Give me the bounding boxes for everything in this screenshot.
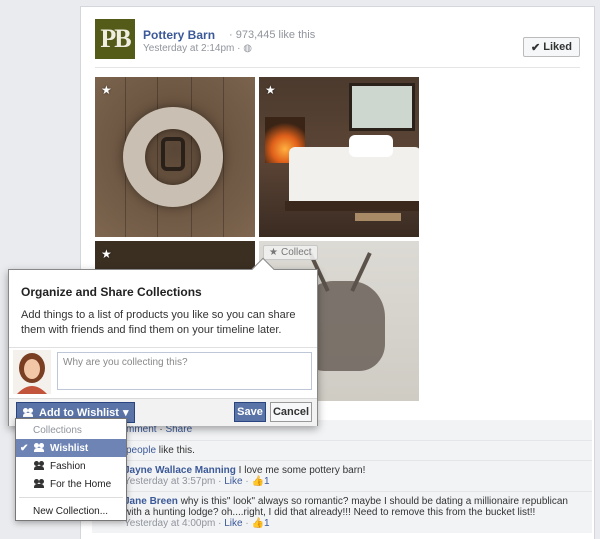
comment-item: Jayne Wallace Manning I love me some pot… <box>92 460 592 491</box>
divider <box>95 67 580 68</box>
likes-suffix: like this. <box>156 445 195 456</box>
comment-like-link[interactable]: Like <box>224 476 242 487</box>
comment-like-count[interactable]: 1 <box>264 476 270 487</box>
star-icon[interactable]: ★ <box>101 83 112 97</box>
people-icon <box>23 407 35 418</box>
woman-portrait-icon <box>13 350 51 394</box>
liked-label: Liked <box>543 41 572 53</box>
menu-header: Collections <box>33 425 82 436</box>
menu-separator <box>19 497 123 498</box>
pillow-image <box>349 135 393 157</box>
user-avatar <box>13 350 51 394</box>
star-icon: ★ <box>269 247 278 258</box>
checkmark-icon: ✔ <box>531 41 541 54</box>
collect-reason-input[interactable] <box>57 352 312 390</box>
people-icon <box>34 443 46 453</box>
comment-time[interactable]: Yesterday at 4:00pm <box>124 518 215 529</box>
bench-image <box>355 213 401 221</box>
people-icon <box>34 461 46 471</box>
post-feedback: mment · Share people like this. Jayne Wa… <box>92 420 592 533</box>
liked-button[interactable]: ✔ Liked <box>523 37 580 57</box>
menu-item-label: Fashion <box>50 460 86 472</box>
thumbs-up-icon[interactable]: 👍 <box>252 518 264 529</box>
menu-item-label: Wishlist <box>50 442 89 454</box>
comment-text: I love me some pottery barn! <box>235 465 366 476</box>
bed-frame-image <box>285 201 419 211</box>
thumbs-up-icon[interactable]: 👍 <box>252 476 264 487</box>
page-likes-count: · 973,445 like this <box>229 29 316 41</box>
checkmark-icon: ✔ <box>20 442 29 454</box>
save-button[interactable]: Save <box>234 402 266 422</box>
dialog-title: Organize and Share Collections <box>21 285 202 299</box>
window-image <box>349 83 415 131</box>
comment-like-link[interactable]: Like <box>224 518 242 529</box>
comment-text: why is this" look" always so romantic? m… <box>124 496 568 518</box>
divider <box>9 347 317 348</box>
menu-item-wishlist[interactable]: ✔ Wishlist <box>16 439 126 457</box>
door-knocker-image <box>161 137 185 171</box>
page-logo[interactable]: PB <box>95 19 135 59</box>
comment-time[interactable]: Yesterday at 3:57pm <box>124 476 215 487</box>
photo-bedroom[interactable]: ★ <box>259 77 419 237</box>
add-to-wishlist-label: Add to Wishlist <box>39 406 119 419</box>
likes-summary: people like this. <box>92 440 592 460</box>
comment-like-count[interactable]: 1 <box>264 518 270 529</box>
menu-item-label: For the Home <box>50 478 112 490</box>
comment-item: Jane Breen why is this" look" always so … <box>92 491 592 533</box>
wood-plank-line <box>223 77 224 237</box>
photo-wreath[interactable]: ★ <box>95 77 255 237</box>
menu-item-fashion[interactable]: Fashion <box>16 457 126 475</box>
post-timestamp[interactable]: Yesterday at 2:14pm · ◍ <box>143 43 252 54</box>
page-name-link[interactable]: Pottery Barn <box>143 28 215 42</box>
collect-button[interactable]: ★ Collect <box>263 245 318 260</box>
cancel-button[interactable]: Cancel <box>270 402 312 422</box>
people-link[interactable]: people <box>126 445 156 456</box>
collect-dialog: Organize and Share Collections Add thing… <box>8 257 318 426</box>
star-icon[interactable]: ★ <box>101 247 112 261</box>
collections-menu: Collections ✔ Wishlist Fashion For the H… <box>15 418 127 521</box>
star-icon[interactable]: ★ <box>265 83 276 97</box>
menu-item-for-the-home[interactable]: For the Home <box>16 475 126 493</box>
new-collection-item[interactable]: New Collection... <box>16 502 126 520</box>
comment-author[interactable]: Jane Breen <box>124 496 178 507</box>
collect-label: Collect <box>280 247 312 258</box>
dialog-description: Add things to a list of products you lik… <box>21 309 296 336</box>
comment-author[interactable]: Jayne Wallace Manning <box>124 465 236 476</box>
people-icon <box>34 479 46 489</box>
